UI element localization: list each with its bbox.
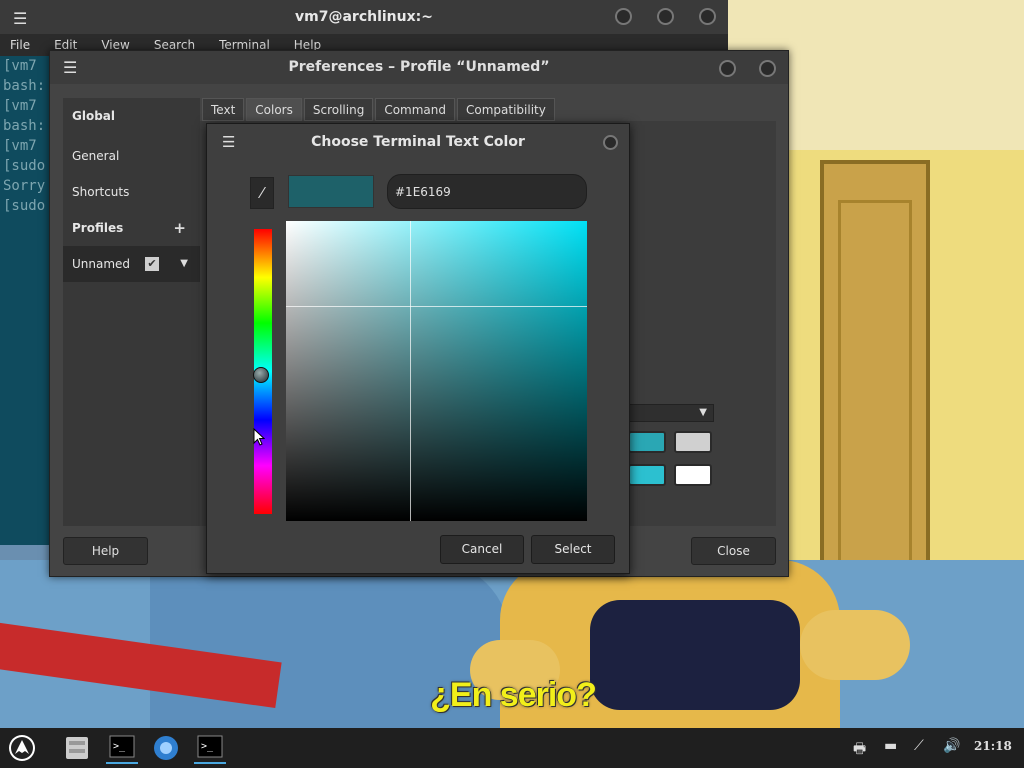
close-icon[interactable] xyxy=(699,8,716,25)
arch-logo-icon[interactable] xyxy=(6,732,38,764)
minimize-icon[interactable] xyxy=(615,8,632,25)
color-chooser-dialog[interactable]: ☰ Choose Terminal Text Color ⁄ Cancel Se… xyxy=(206,123,630,574)
dialog-title: Choose Terminal Text Color xyxy=(311,134,525,150)
preferences-titlebar[interactable]: ☰ Preferences – Profile “Unnamed” xyxy=(50,51,788,84)
preferences-sidebar: Global General Shortcuts Profiles + Unna… xyxy=(63,98,200,526)
preferences-tabs: Text Colors Scrolling Command Compatibil… xyxy=(202,98,557,121)
web-browser-icon[interactable] xyxy=(150,732,182,764)
menu-icon[interactable]: ☰ xyxy=(13,9,27,28)
crosshair-vertical xyxy=(410,221,411,521)
tab-command[interactable]: Command xyxy=(375,98,456,121)
saturation-value-plane[interactable] xyxy=(286,221,587,521)
sidebar-item-global[interactable]: Global xyxy=(63,98,200,134)
hex-color-input[interactable] xyxy=(387,174,587,209)
sidebar-item-unnamed[interactable]: Unnamed ✔ ▼ xyxy=(63,246,200,282)
minimize-icon[interactable] xyxy=(719,60,736,77)
taskbar: >_ >_ 🖶 ▬ ⟋ 🔊 21:18 xyxy=(0,728,1024,768)
color-preview xyxy=(288,175,374,208)
terminal-2-icon[interactable]: >_ xyxy=(194,732,226,764)
eyedropper-icon[interactable]: ⁄ xyxy=(250,177,274,209)
clock[interactable]: 21:18 xyxy=(974,739,1012,753)
svg-text:>_: >_ xyxy=(201,741,214,752)
video-subtitle: ¿En serio? xyxy=(430,676,597,714)
sidebar-item-profiles[interactable]: Profiles + xyxy=(63,210,200,246)
terminal-titlebar[interactable]: ☰ vm7@archlinux:~ xyxy=(0,0,728,34)
color-swatch[interactable] xyxy=(674,464,712,486)
network-icon[interactable]: ⟋ xyxy=(914,738,924,754)
sidebar-item-label: Unnamed xyxy=(72,257,131,271)
terminal-icon[interactable]: >_ xyxy=(106,732,138,764)
file-manager-icon[interactable] xyxy=(61,732,93,764)
sidebar-item-label: Profiles xyxy=(72,221,124,235)
cancel-button[interactable]: Cancel xyxy=(440,535,524,564)
chevron-down-icon[interactable]: ▼ xyxy=(180,246,188,282)
maximize-icon[interactable] xyxy=(657,8,674,25)
tab-scrolling[interactable]: Scrolling xyxy=(303,98,374,121)
close-button[interactable]: Close xyxy=(691,537,776,565)
close-icon[interactable] xyxy=(759,60,776,77)
sidebar-item-shortcuts[interactable]: Shortcuts xyxy=(63,174,200,210)
help-button[interactable]: Help xyxy=(63,537,148,565)
volume-icon[interactable]: 🔊 xyxy=(943,738,960,754)
tab-compatibility[interactable]: Compatibility xyxy=(457,98,555,121)
printer-icon[interactable]: 🖶 xyxy=(853,738,866,762)
palette-dropdown[interactable]: ▼ xyxy=(628,404,714,422)
tab-text[interactable]: Text xyxy=(202,98,245,121)
menu-file[interactable]: File xyxy=(10,38,30,52)
hue-slider-handle[interactable] xyxy=(253,367,269,383)
default-profile-checkbox[interactable]: ✔ xyxy=(145,257,159,271)
tab-colors[interactable]: Colors xyxy=(246,98,302,121)
close-icon[interactable] xyxy=(603,135,618,150)
menu-icon[interactable]: ☰ xyxy=(222,133,235,151)
select-button[interactable]: Select xyxy=(531,535,615,564)
color-swatch[interactable] xyxy=(628,431,666,453)
preferences-title: Preferences – Profile “Unnamed” xyxy=(288,59,550,75)
color-swatch[interactable] xyxy=(674,431,712,453)
dialog-titlebar[interactable]: ☰ Choose Terminal Text Color xyxy=(207,124,629,160)
color-swatch[interactable] xyxy=(628,464,666,486)
crosshair-horizontal xyxy=(286,306,587,307)
menu-icon[interactable]: ☰ xyxy=(63,58,77,77)
keyboard-icon[interactable]: ▬ xyxy=(884,738,897,754)
sidebar-item-general[interactable]: General xyxy=(63,138,200,174)
mouse-pointer-icon xyxy=(253,428,265,446)
svg-text:>_: >_ xyxy=(113,741,126,752)
add-profile-icon[interactable]: + xyxy=(173,210,186,246)
